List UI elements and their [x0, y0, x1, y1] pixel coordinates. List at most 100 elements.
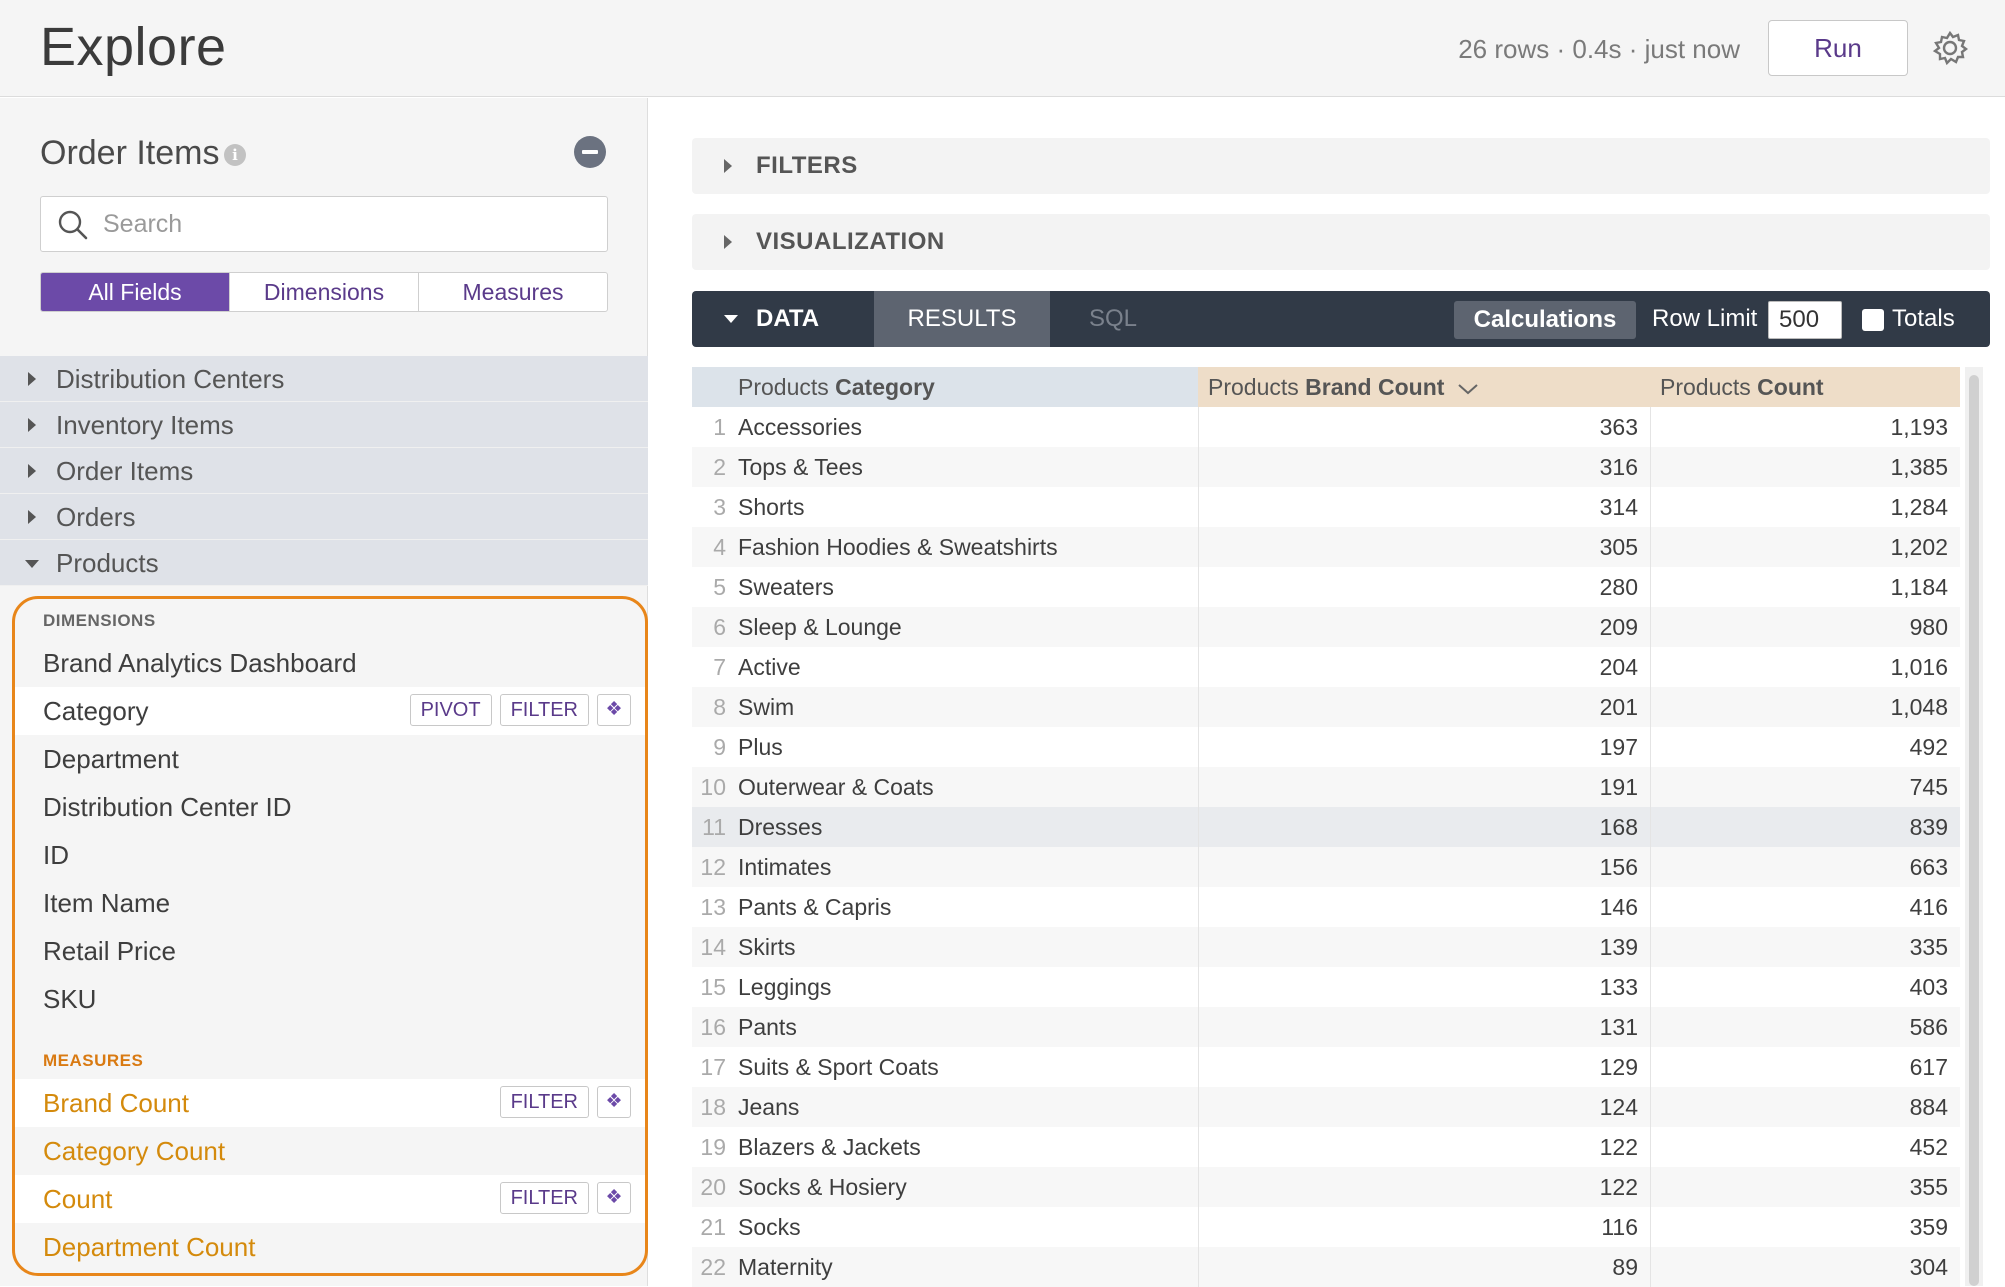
- table-row[interactable]: 22 Maternity 89 304: [692, 1247, 1960, 1287]
- column-header-category[interactable]: Products Category: [692, 367, 1198, 407]
- row-number: 8: [713, 694, 726, 720]
- column-header-brand-count[interactable]: Products Brand Count: [1198, 367, 1650, 407]
- view-orders[interactable]: Orders: [0, 494, 648, 540]
- cell-category: Skirts: [738, 934, 796, 960]
- row-number: 3: [713, 494, 726, 520]
- cell-count: 1,193: [1650, 407, 1960, 447]
- column-view-label: Products: [1208, 374, 1299, 400]
- totals-label: Totals: [1892, 305, 1955, 332]
- row-number: 5: [713, 574, 726, 600]
- table-row[interactable]: 7 Active 204 1,016: [692, 647, 1960, 687]
- info-link-icon[interactable]: ❖: [597, 1086, 631, 1118]
- field-brand-count[interactable]: Brand Count FILTER ❖: [15, 1079, 645, 1127]
- table-row[interactable]: 18 Jeans 124 884: [692, 1087, 1960, 1127]
- field-distribution-center-id[interactable]: Distribution Center ID: [15, 783, 645, 831]
- table-row[interactable]: 8 Swim 201 1,048: [692, 687, 1960, 727]
- table-row[interactable]: 21 Socks 116 359: [692, 1207, 1960, 1247]
- filters-section[interactable]: FILTERS: [692, 138, 1990, 194]
- tab-results[interactable]: RESULTS: [874, 291, 1050, 347]
- field-search[interactable]: [40, 196, 608, 252]
- field-department[interactable]: Department: [15, 735, 645, 783]
- cell-count: 304: [1650, 1247, 1960, 1287]
- cell-category: Leggings: [738, 974, 832, 1000]
- cell-brand-count: 116: [1198, 1207, 1650, 1247]
- table-row[interactable]: 3 Shorts 314 1,284: [692, 487, 1960, 527]
- table-row[interactable]: 2 Tops & Tees 316 1,385: [692, 447, 1960, 487]
- row-number: 22: [700, 1254, 726, 1280]
- cell-count: 839: [1650, 807, 1960, 847]
- cell-category: Suits & Sport Coats: [738, 1054, 939, 1080]
- cell-count: 452: [1650, 1127, 1960, 1167]
- info-icon[interactable]: i: [224, 144, 246, 166]
- field-sku[interactable]: SKU: [15, 975, 645, 1023]
- view-distribution-centers[interactable]: Distribution Centers: [0, 356, 648, 402]
- table-row[interactable]: 9 Plus 197 492: [692, 727, 1960, 767]
- tab-measures[interactable]: Measures: [419, 273, 607, 311]
- cell-category: Shorts: [738, 494, 805, 520]
- table-row[interactable]: 11 Dresses 168 839: [692, 807, 1960, 847]
- cell-brand-count: 204: [1198, 647, 1650, 687]
- data-title[interactable]: DATA: [756, 291, 819, 347]
- table-row[interactable]: 5 Sweaters 280 1,184: [692, 567, 1960, 607]
- view-products[interactable]: Products: [0, 540, 648, 586]
- cell-count: 980: [1650, 607, 1960, 647]
- row-number: 2: [713, 454, 726, 480]
- table-row[interactable]: 12 Intimates 156 663: [692, 847, 1960, 887]
- table-row[interactable]: 17 Suits & Sport Coats 129 617: [692, 1047, 1960, 1087]
- visualization-section[interactable]: VISUALIZATION: [692, 214, 1990, 270]
- field-category[interactable]: Category PIVOT FILTER ❖: [15, 687, 645, 735]
- table-row[interactable]: 1 Accessories 363 1,193: [692, 407, 1960, 447]
- search-input[interactable]: [101, 205, 591, 243]
- row-number: 4: [713, 534, 726, 560]
- scrollbar-thumb[interactable]: [1969, 375, 1979, 1286]
- table-row[interactable]: 19 Blazers & Jackets 122 452: [692, 1127, 1960, 1167]
- page-title: Explore: [40, 17, 227, 77]
- info-link-icon[interactable]: ❖: [597, 1182, 631, 1214]
- filter-button[interactable]: FILTER: [499, 1086, 589, 1118]
- field-category-count[interactable]: Category Count: [15, 1127, 645, 1175]
- table-row[interactable]: 16 Pants 131 586: [692, 1007, 1960, 1047]
- column-header-count[interactable]: Products Count: [1650, 367, 1960, 407]
- field-retail-price[interactable]: Retail Price: [15, 927, 645, 975]
- cell-count: 1,184: [1650, 567, 1960, 607]
- column-view-label: Products: [738, 374, 829, 400]
- gear-icon[interactable]: [1930, 28, 1970, 68]
- field-label: Item Name: [43, 888, 171, 918]
- table-row[interactable]: 15 Leggings 133 403: [692, 967, 1960, 1007]
- table-row[interactable]: 10 Outerwear & Coats 191 745: [692, 767, 1960, 807]
- row-number: 12: [700, 854, 726, 880]
- table-row[interactable]: 6 Sleep & Lounge 209 980: [692, 607, 1960, 647]
- field-item-name[interactable]: Item Name: [15, 879, 645, 927]
- sort-descending-icon[interactable]: [1457, 382, 1479, 396]
- collapse-sidebar-icon[interactable]: [574, 136, 606, 168]
- column-field-label: Category: [835, 374, 935, 400]
- tab-all-fields[interactable]: All Fields: [41, 273, 230, 311]
- cell-count: 1,385: [1650, 447, 1960, 487]
- table-scrollbar[interactable]: [1965, 367, 1983, 1286]
- caret-down-icon[interactable]: [724, 315, 738, 323]
- row-number: 21: [700, 1214, 726, 1240]
- filter-button[interactable]: FILTER: [499, 1182, 589, 1214]
- run-button[interactable]: Run: [1768, 20, 1908, 76]
- field-id[interactable]: ID: [15, 831, 645, 879]
- field-department-count[interactable]: Department Count: [15, 1223, 645, 1271]
- view-order-items[interactable]: Order Items: [0, 448, 648, 494]
- filter-button[interactable]: FILTER: [499, 694, 589, 726]
- table-row[interactable]: 14 Skirts 139 335: [692, 927, 1960, 967]
- table-row[interactable]: 4 Fashion Hoodies & Sweatshirts 305 1,202: [692, 527, 1960, 567]
- field-count[interactable]: Count FILTER ❖: [15, 1175, 645, 1223]
- info-link-icon[interactable]: ❖: [597, 694, 631, 726]
- table-row[interactable]: 13 Pants & Capris 146 416: [692, 887, 1960, 927]
- column-field-label: Brand Count: [1305, 374, 1445, 400]
- field-label: Brand Count: [43, 1088, 189, 1118]
- field-brand-analytics-dashboard[interactable]: Brand Analytics Dashboard: [15, 639, 645, 687]
- view-inventory-items[interactable]: Inventory Items: [0, 402, 648, 448]
- row-limit-input[interactable]: [1768, 301, 1842, 339]
- table-row[interactable]: 20 Socks & Hosiery 122 355: [692, 1167, 1960, 1207]
- pivot-button[interactable]: PIVOT: [409, 694, 492, 726]
- totals-checkbox[interactable]: [1862, 309, 1884, 331]
- tab-dimensions[interactable]: Dimensions: [230, 273, 419, 311]
- calculations-button[interactable]: Calculations: [1454, 301, 1636, 339]
- tab-sql[interactable]: SQL: [1050, 291, 1176, 347]
- cell-brand-count: 197: [1198, 727, 1650, 767]
